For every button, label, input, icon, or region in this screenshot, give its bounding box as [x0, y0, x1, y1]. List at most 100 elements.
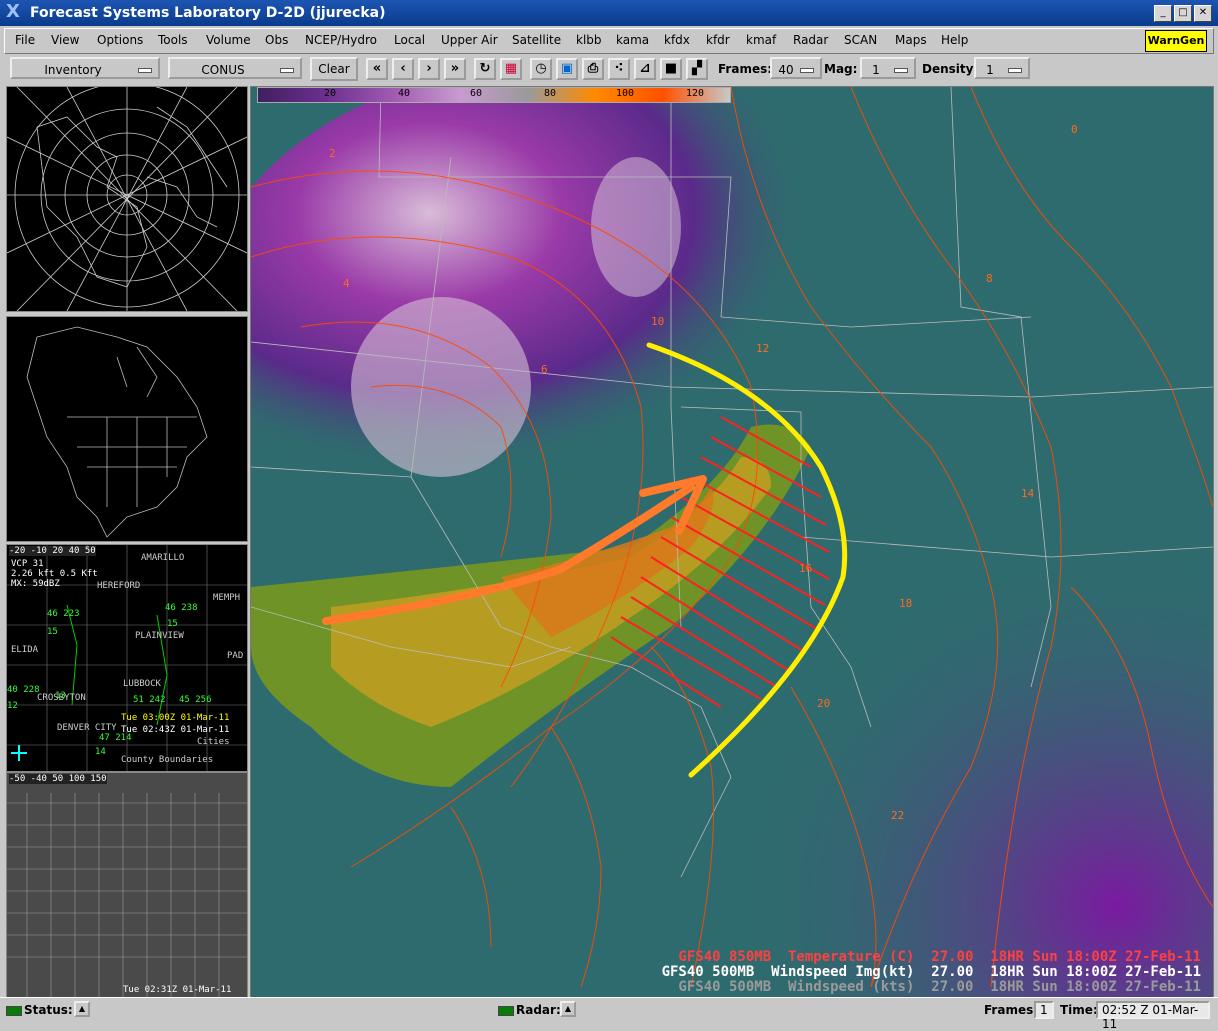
menu-radar[interactable]: Radar: [793, 33, 828, 47]
contour-label: 16: [799, 562, 813, 575]
panel-polar-map[interactable]: [6, 86, 248, 312]
main-map-display[interactable]: 20 40 60 80 100 120 0 2 4 6 8 10 12 14 1…: [250, 86, 1214, 998]
maximize-icon[interactable]: □: [1174, 5, 1192, 22]
panel-county-map[interactable]: -50 -40 50 100 150 Tue 02:31Z 01-Mar-11: [6, 772, 248, 998]
county-label: County Boundaries: [121, 755, 214, 765]
colorbar-tick: 20: [324, 88, 337, 99]
density-value: 1: [986, 63, 994, 77]
polar-map-graphic: [7, 87, 247, 311]
next-frame-icon[interactable]: ›: [418, 58, 440, 80]
menu-satellite[interactable]: Satellite: [512, 33, 561, 47]
menu-scan[interactable]: SCAN: [844, 33, 877, 47]
dropdown-bar-icon: [894, 68, 908, 73]
clear-button[interactable]: Clear: [310, 57, 358, 81]
warngen-button[interactable]: WarnGen: [1145, 30, 1207, 52]
obs-value: 40 228: [7, 685, 40, 695]
radar-vcp: VCP 31: [11, 559, 44, 569]
status-arrow-icon[interactable]: ▲: [74, 1001, 90, 1017]
region-dropdown[interactable]: CONUS: [168, 57, 302, 79]
print-icon[interactable]: ⎙: [582, 58, 604, 80]
obs-value: 13: [55, 691, 66, 701]
windspeed-colorbar: 20 40 60 80 100 120: [257, 87, 731, 103]
frames-value: 40: [778, 63, 794, 77]
menu-kfdr[interactable]: kfdr: [706, 33, 730, 47]
legend-line-3: GFS40 500MB Windspeed (kts) 27.00 18HR S…: [678, 979, 1201, 995]
prev-frame-icon[interactable]: ‹: [392, 58, 414, 80]
x-logo-icon: X: [6, 1, 20, 22]
menu-file[interactable]: File: [15, 33, 35, 47]
menu-view[interactable]: View: [51, 33, 79, 47]
menu-obs[interactable]: Obs: [265, 33, 288, 47]
radar-time-1: Tue 03:00Z 01-Mar-11: [121, 713, 230, 723]
density-dropdown[interactable]: 1: [974, 57, 1030, 79]
close-icon[interactable]: ✕: [1194, 5, 1212, 22]
menu-bar: File View Options Tools Volume Obs NCEP/…: [4, 28, 1214, 54]
obs-value: 51 242: [133, 695, 166, 705]
color-table-icon[interactable]: ▣: [556, 58, 578, 80]
place-label: PAD: [227, 651, 244, 661]
inventory-dropdown[interactable]: Inventory: [10, 57, 160, 79]
four-panel-icon[interactable]: ▞: [686, 58, 708, 80]
radar-indicator-icon: [498, 1006, 514, 1016]
loop-icon[interactable]: ↻: [474, 58, 496, 80]
last-frame-icon[interactable]: »: [444, 58, 466, 80]
image-properties-icon[interactable]: ▦: [500, 58, 522, 80]
radar-label: Radar:: [516, 1003, 561, 1017]
menu-klbb[interactable]: klbb: [576, 33, 602, 47]
radar-tilt: 2.26 kft 0.5 Kft: [11, 569, 98, 579]
place-label: HEREFORD: [97, 581, 141, 591]
place-label: ELIDA: [11, 645, 39, 655]
obs-value: 12: [7, 701, 18, 711]
obs-value: 15: [167, 619, 178, 629]
menu-upper-air[interactable]: Upper Air: [441, 33, 498, 47]
place-label: LUBBOCK: [123, 679, 161, 689]
menu-kfdx[interactable]: kfdx: [664, 33, 690, 47]
menu-local[interactable]: Local: [394, 33, 425, 47]
county-scale: -50 -40 50 100 150: [9, 774, 107, 784]
frames-dropdown[interactable]: 40: [770, 57, 822, 79]
contour-label: 10: [651, 315, 665, 328]
menu-ncep-hydro[interactable]: NCEP/Hydro: [305, 33, 377, 47]
county-map-graphic: [7, 793, 247, 997]
cities-label: Cities: [197, 737, 230, 747]
county-time: Tue 02:31Z 01-Mar-11: [123, 985, 232, 995]
panel-radar[interactable]: -20 -10 20 40 50 VCP 31 2.26 kft 0.5 Kft…: [6, 544, 248, 772]
mag-label: Mag:: [824, 62, 858, 76]
menu-maps[interactable]: Maps: [895, 33, 927, 47]
dropdown-bar-icon: [138, 68, 152, 73]
baseline-icon[interactable]: ⊿: [634, 58, 656, 80]
single-panel-icon[interactable]: ■: [660, 58, 682, 80]
contour-label: 2: [329, 147, 336, 160]
frames-label: Frames:: [718, 62, 773, 76]
contour-label: 6: [541, 363, 548, 376]
dropdown-bar-icon: [280, 68, 294, 73]
colorbar-tick: 60: [470, 88, 483, 99]
colorbar-tick: 120: [686, 88, 705, 99]
main-map-graphic: [251, 87, 1213, 997]
menu-kmaf[interactable]: kmaf: [746, 33, 776, 47]
obs-value: 15: [47, 627, 58, 637]
menu-tools[interactable]: Tools: [158, 33, 188, 47]
colorbar-tick: 80: [544, 88, 557, 99]
mag-dropdown[interactable]: 1: [860, 57, 916, 79]
legend-line-2: GFS40 500MB Windspeed Img(kt) 27.00 18HR…: [661, 964, 1201, 980]
timer-icon[interactable]: ◷: [530, 58, 552, 80]
radar-arrow-icon[interactable]: ▲: [560, 1001, 576, 1017]
density-label: Density:: [922, 62, 979, 76]
north-america-graphic: [26, 326, 208, 538]
first-frame-icon[interactable]: «: [366, 58, 388, 80]
place-label: AMARILLO: [141, 553, 185, 563]
inventory-label: Inventory: [44, 63, 102, 77]
status-time-value: 02:52 Z 01-Mar-11: [1096, 1001, 1210, 1031]
points-icon[interactable]: ⁖: [608, 58, 630, 80]
radar-time-2: Tue 02:43Z 01-Mar-11: [121, 725, 230, 735]
panel-north-america-map[interactable]: [6, 316, 248, 542]
menu-help[interactable]: Help: [941, 33, 968, 47]
status-label: Status:: [24, 1003, 73, 1017]
menu-kama[interactable]: kama: [616, 33, 649, 47]
minimize-icon[interactable]: _: [1154, 5, 1172, 22]
menu-options[interactable]: Options: [97, 33, 143, 47]
menu-volume[interactable]: Volume: [206, 33, 251, 47]
place-label: PLAINVIEW: [135, 631, 184, 641]
region-label: CONUS: [201, 63, 245, 77]
